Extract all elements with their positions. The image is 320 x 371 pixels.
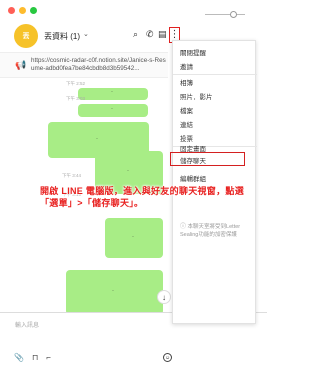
save-chat-highlight <box>170 152 245 166</box>
announcement-bar[interactable]: 📢 https://cosmic-radar-c0f.notion.site/J… <box>0 52 168 78</box>
screenshot-icon[interactable]: ⌐ <box>46 353 51 362</box>
message-text: · <box>111 106 113 112</box>
window-controls <box>8 7 37 14</box>
maximize-window-button[interactable] <box>30 7 37 14</box>
opacity-slider-track <box>205 14 245 15</box>
avatar[interactable]: 丟 <box>14 24 38 48</box>
menu-item-invite[interactable]: 邀請 <box>180 61 193 71</box>
menu-divider <box>173 74 257 75</box>
more-icon: ⋮ <box>169 29 180 40</box>
message-text: · <box>96 136 98 142</box>
menu-item-polls[interactable]: 投票 <box>180 133 193 143</box>
message-timestamp: 下午 2:52 <box>66 81 86 86</box>
close-window-button[interactable] <box>8 7 15 14</box>
menu-item-photos-videos[interactable]: 照片．影片 <box>180 91 213 101</box>
emoji-icon[interactable]: ☺ <box>163 353 172 362</box>
message-timestamp: 下午 3:03 <box>66 96 86 101</box>
encryption-note: ⓘ 本聊天室將受到Letter Sealing功能的加密保護 <box>180 223 254 239</box>
message-bubble[interactable]: · <box>105 218 163 258</box>
announcement-text[interactable]: https://cosmic-radar-c0f.notion.site/Jan… <box>31 57 166 73</box>
opacity-slider-knob[interactable] <box>230 11 237 18</box>
menu-item-edit-group[interactable]: 編輯群組 <box>180 173 206 183</box>
chat-title[interactable]: 丟資料 (1) <box>44 31 80 42</box>
message-bubble[interactable]: · <box>66 270 163 315</box>
input-toolbar: 📎 ⊓ ⌐ <box>14 353 51 362</box>
chat-options-menu: 關閉提醒 邀請 相簿 照片．影片 檔案 連結 投票 固定畫面 儲存聊天 編輯群組… <box>170 40 257 324</box>
attach-icon[interactable]: 📎 <box>14 353 24 362</box>
message-text: · <box>112 288 114 294</box>
line-chat-window: 丟 丟資料 (1) ⌄ ⌕ ✆ ▤ ⋮ 📢 https://cosmic-rad… <box>0 0 267 371</box>
encryption-note-text: 本聊天室將受到Letter Sealing功能的加密保護 <box>180 224 241 238</box>
instruction-annotation: 開啟 LINE 電腦版，進入與好友的聊天視窗，點選「選單」>「儲存聊天」。 <box>40 186 245 208</box>
menu-item-mute[interactable]: 關閉提醒 <box>180 47 206 57</box>
chevron-down-icon[interactable]: ⌄ <box>83 30 89 38</box>
minimize-window-button[interactable] <box>19 7 26 14</box>
scroll-to-bottom-button[interactable]: ↓ <box>157 290 171 304</box>
bookmark-icon[interactable]: ⊓ <box>32 353 38 362</box>
message-timestamp: 下午 3:44 <box>62 173 82 178</box>
menu-item-album[interactable]: 相簿 <box>180 77 193 87</box>
message-bubble[interactable]: · <box>78 88 148 100</box>
search-icon[interactable]: ⌕ <box>133 29 138 40</box>
message-input-placeholder: 輸入訊息 <box>15 323 40 329</box>
menu-item-links[interactable]: 連結 <box>180 119 193 129</box>
menu-item-files[interactable]: 檔案 <box>180 105 193 115</box>
phone-icon[interactable]: ✆ <box>146 29 154 40</box>
message-text: · <box>132 234 134 240</box>
message-text: · <box>111 89 113 95</box>
message-bubble[interactable]: · <box>78 104 148 117</box>
sidebar-icon[interactable]: ▤ <box>158 29 167 40</box>
info-icon: ⓘ <box>180 224 187 230</box>
arrow-down-icon: ↓ <box>162 292 166 302</box>
megaphone-icon: 📢 <box>15 60 27 70</box>
message-text: · <box>127 168 129 174</box>
